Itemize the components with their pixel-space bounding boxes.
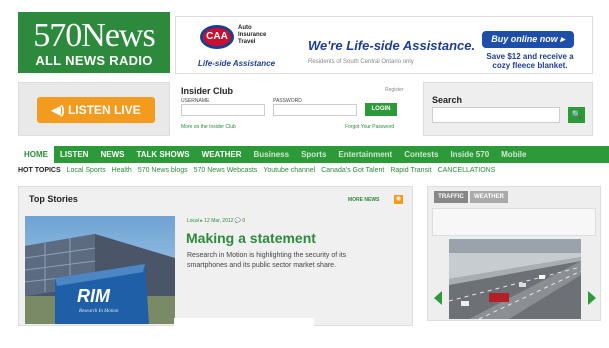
hot-topic-link[interactable]: 570 News Webcasts	[194, 167, 258, 179]
photo-sign-text: RIM	[77, 286, 111, 306]
page: 570News ALL NEWS RADIO CAA Auto Insuranc…	[0, 0, 609, 348]
hot-topics-bar: HOT TOPICS Local Sports Health 570 News …	[18, 167, 609, 179]
search-input[interactable]	[432, 107, 560, 123]
ad-slogan: We're Life-side Assistance.	[308, 38, 476, 53]
hot-topic-link[interactable]: Rapid Transit	[390, 167, 431, 179]
login-button[interactable]: LOGIN	[365, 103, 397, 116]
forgot-password-link[interactable]: Forgot Your Password	[345, 124, 394, 130]
caa-ad-banner[interactable]: CAA Auto Insurance Travel Life-side Assi…	[175, 16, 593, 74]
search-button[interactable]: 🔍	[568, 107, 585, 123]
hot-topic-link[interactable]: CANCELLATIONS	[438, 167, 496, 179]
previous-arrow-icon[interactable]	[434, 291, 442, 305]
search-panel: Search 🔍	[423, 82, 593, 136]
next-arrow-icon[interactable]	[588, 291, 596, 305]
hot-topic-link[interactable]: Local Sports	[67, 167, 106, 179]
story-summary: Research in Motion is highlighting the s…	[187, 252, 347, 269]
nav-contests[interactable]: Contests	[398, 146, 444, 163]
caa-logo-lines: Auto Insurance Travel	[238, 25, 267, 45]
tab-traffic[interactable]: TRAFFIC	[434, 191, 468, 203]
traffic-camera-selector[interactable]	[432, 208, 596, 236]
username-input[interactable]	[181, 104, 265, 116]
nav-entertainment[interactable]: Entertainment	[332, 146, 398, 163]
site-logo[interactable]: 570News ALL NEWS RADIO	[18, 12, 170, 73]
nav-business[interactable]: Business	[248, 146, 296, 163]
nav-listen[interactable]: LISTEN	[54, 146, 94, 163]
buy-online-button[interactable]: Buy online now ▸	[482, 31, 574, 48]
logo-tagline: ALL NEWS RADIO	[35, 53, 153, 68]
nav-inside-570[interactable]: Inside 570	[444, 146, 495, 163]
hot-topic-link[interactable]: 570 News blogs	[138, 167, 188, 179]
story-photo[interactable]: RIM Research In Motion	[25, 216, 175, 324]
nav-mobile[interactable]: Mobile	[495, 146, 532, 163]
top-stories-title: Top Stories	[29, 194, 78, 204]
listen-live-panel: ◀) LISTEN LIVE	[18, 82, 170, 136]
hot-topics-label: HOT TOPICS	[18, 167, 61, 174]
hot-topic-link[interactable]: Health	[112, 167, 132, 179]
more-news-link[interactable]: MORE NEWS	[348, 197, 379, 203]
insider-club-login: Insider Club Register USERNAME PASSWORD …	[175, 82, 413, 136]
photo-sign-subtext: Research In Motion	[78, 309, 119, 314]
story-headline[interactable]: Making a statement	[186, 230, 316, 246]
rim-building-image: RIM Research In Motion	[25, 216, 175, 324]
ad-offer: Save $12 and receive a cozy fleece blank…	[486, 52, 574, 70]
logo-wordmark: 570News	[33, 17, 155, 54]
caa-logo: CAA	[200, 25, 234, 49]
insider-club-more-link[interactable]: More on the Insider Club	[181, 124, 236, 130]
search-title: Search	[432, 95, 463, 105]
search-icon: 🔍	[571, 110, 582, 119]
nav-sports[interactable]: Sports	[295, 146, 332, 163]
insider-club-title: Insider Club	[181, 86, 234, 96]
register-link[interactable]: Register	[385, 87, 404, 93]
ad-subtext: Residents of South Central Ontario only	[308, 59, 414, 65]
ad-tagline: Life-side Assistance	[198, 59, 276, 68]
main-nav: HOME LISTEN NEWS TALK SHOWS WEATHER Busi…	[18, 146, 609, 163]
listen-live-button[interactable]: ◀) LISTEN LIVE	[37, 97, 155, 123]
story-meta: Local ▸ 12 Mar, 2012 💬 0	[187, 218, 246, 224]
hot-topic-link[interactable]: Canada's Got Talent	[321, 167, 384, 179]
nav-news[interactable]: NEWS	[94, 146, 130, 163]
highway-image	[449, 239, 581, 319]
speaker-icon: ◀)	[51, 103, 68, 117]
traffic-camera-image[interactable]	[449, 239, 581, 319]
nav-talk-shows[interactable]: TALK SHOWS	[130, 146, 195, 163]
nav-weather[interactable]: WEATHER	[196, 146, 248, 163]
nav-home[interactable]: HOME	[18, 146, 54, 163]
blank-area	[174, 318, 314, 348]
listen-live-label: LISTEN LIVE	[67, 103, 141, 117]
tab-weather[interactable]: WEATHER	[470, 191, 508, 203]
password-input[interactable]	[273, 104, 357, 116]
top-stories-panel: Top Stories MORE NEWS ◉ RIM Research In …	[18, 186, 413, 326]
hot-topic-link[interactable]: Youtube channel	[263, 167, 315, 179]
traffic-panel: TRAFFIC WEATHER	[427, 186, 601, 321]
rss-icon[interactable]: ◉	[394, 195, 403, 204]
